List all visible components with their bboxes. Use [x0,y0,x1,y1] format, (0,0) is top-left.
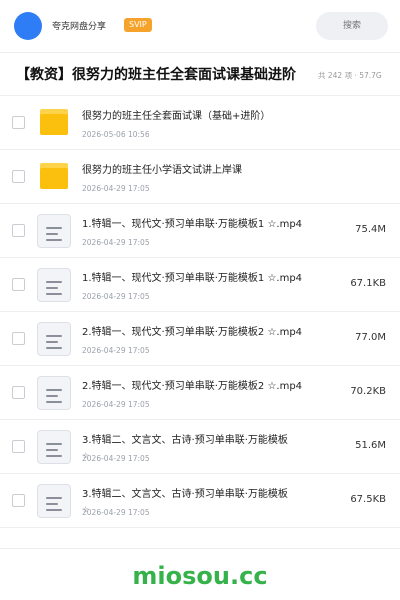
avatar[interactable] [14,12,42,40]
document-icon [37,484,71,518]
file-row[interactable]: 3.特辑二、文言文、古诗·预习单串联·万能模板 ☆ 2026-04-29 17:05… [0,474,400,528]
file-date: 2026-04-29 17:05 [82,454,150,463]
document-icon [37,214,71,248]
file-date: 2026-05-06 10:56 [82,130,150,139]
watermark: miosou.cc [132,562,268,590]
file-size: 51.6M [355,440,386,451]
file-size: 77.0M [355,332,386,343]
file-name: 很努力的班主任全套面试课（基础+进阶） [82,111,271,122]
file-row[interactable]: 2.特辑一、现代文·预习单串联·万能模板2 ☆.mp4 2026-04-29 17… [0,312,400,366]
checkbox-icon[interactable] [12,332,25,345]
file-name: 3.特辑二、文言文、古诗·预习单串联·万能模板 [82,435,288,446]
share-name: 夸克网盘分享 [52,22,107,32]
file-date: 2026-04-29 17:05 [82,508,150,517]
folder-icon [40,109,68,135]
file-name: 2.特辑一、现代文·预习单串联·万能模板2 ☆.mp4 [82,381,303,392]
folder-icon [40,163,68,189]
file-name: 1.特辑一、现代文·预习单串联·万能模板1 ☆.mp4 [82,219,303,230]
file-size: 67.5KB [350,494,386,505]
file-name: 2.特辑一、现代文·预习单串联·万能模板2 ☆.mp4 [82,327,303,338]
checkbox-icon[interactable] [12,170,25,183]
file-size: 70.2KB [350,386,386,397]
search-input[interactable] [316,12,388,40]
document-icon [37,268,71,302]
file-row[interactable]: 1.特辑一、现代文·预习单串联·万能模板1 ☆.mp4 2026-04-29 17… [0,258,400,312]
document-icon [37,322,71,356]
file-date: 2026-04-29 17:05 [82,292,150,301]
page-title: 【教资】很努力的班主任全套面试课基础进阶 [16,67,296,83]
file-row[interactable]: 2.特辑一、现代文·预习单串联·万能模板2 ☆.mp4 2026-04-29 17… [0,366,400,420]
file-date: 2026-04-29 17:05 [82,346,150,355]
file-row[interactable]: 3.特辑二、文言文、古诗·预习单串联·万能模板 ☆ 2026-04-29 17:05… [0,420,400,474]
file-name: 1.特辑一、现代文·预习单串联·万能模板1 ☆.mp4 [82,273,303,284]
checkbox-icon[interactable] [12,224,25,237]
checkbox-icon[interactable] [12,440,25,453]
divider [0,52,400,53]
file-size: 67.1KB [350,278,386,289]
checkbox-icon[interactable] [12,386,25,399]
file-list: 很努力的班主任全套面试课（基础+进阶） 2026-05-06 10:56 很努力的班… [0,96,400,528]
file-date: 2026-04-29 17:05 [82,184,150,193]
file-size: 75.4M [355,224,386,235]
file-date: 2026-04-29 17:05 [82,238,150,247]
file-row[interactable]: 1.特辑一、现代文·预习单串联·万能模板1 ☆.mp4 2026-04-29 17… [0,204,400,258]
file-date: 2026-04-29 17:05 [82,400,150,409]
checkbox-icon[interactable] [12,278,25,291]
checkbox-icon[interactable] [12,116,25,129]
svip-badge: SVIP [124,18,152,32]
top-bar: 夸克网盘分享 SVIP [0,0,400,52]
document-icon [37,430,71,464]
file-row[interactable]: 很努力的班主任全套面试课（基础+进阶） 2026-05-06 10:56 [0,96,400,150]
divider [0,548,400,549]
file-name: 很努力的班主任小学语文试讲上岸课 [82,165,242,176]
document-icon [37,376,71,410]
item-summary: 共 242 项 · 57.7G [318,71,382,80]
checkbox-icon[interactable] [12,494,25,507]
file-row[interactable]: 很努力的班主任小学语文试讲上岸课 2026-04-29 17:05 [0,150,400,204]
file-name: 3.特辑二、文言文、古诗·预习单串联·万能模板 [82,489,288,500]
